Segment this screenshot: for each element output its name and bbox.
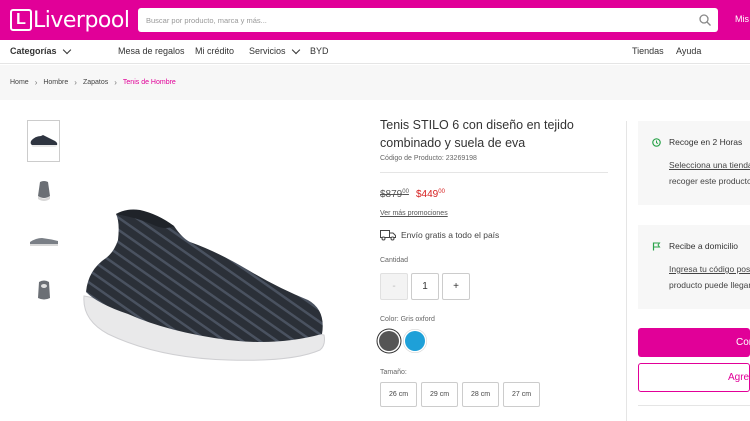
product-main-image[interactable] (78, 200, 328, 370)
top-header: L Liverpool Mis (0, 0, 750, 40)
shoe-pair-thumb-image (29, 238, 58, 246)
nav-item-mi-credito[interactable]: Mi crédito (195, 46, 234, 56)
liverpool-logo[interactable]: L Liverpool (10, 7, 130, 33)
shoe-back-thumb-image (37, 181, 50, 201)
size-label: Tamaño: (380, 369, 407, 376)
shoe-side-thumb-image (30, 135, 57, 147)
search-bar (138, 8, 718, 32)
color-label: Color: Gris oxford (380, 316, 435, 323)
home-delivery-title: Recibe a domicilio (669, 241, 738, 251)
chevron-right-icon: › (74, 78, 77, 87)
size-option-29[interactable]: 29 cm (421, 382, 458, 407)
postal-code-link[interactable]: Ingresa tu código pos (669, 264, 750, 274)
chevron-down-icon (62, 45, 71, 54)
clock-icon (652, 137, 661, 147)
thumbnail-4[interactable] (27, 270, 60, 312)
pickup-title: Recoge en 2 Horas (669, 137, 743, 147)
size-option-26[interactable]: 26 cm (380, 382, 417, 407)
home-delivery-text: producto puede llegar (669, 280, 750, 290)
home-delivery-header: Recibe a domicilio (652, 241, 738, 251)
thumbnail-1[interactable] (27, 120, 60, 162)
thumbnail-2[interactable] (27, 170, 60, 212)
truck-icon (380, 230, 396, 241)
divider (638, 405, 750, 406)
nav-item-servicios[interactable]: Servicios (249, 45, 300, 56)
color-swatch-gris-oxford[interactable] (379, 331, 399, 351)
breadcrumb-current[interactable]: Tenis de Hombre (123, 79, 176, 86)
main-nav: Categorías Mesa de regalos Mi crédito Se… (0, 40, 750, 64)
logo-text: Liverpool (33, 7, 130, 33)
breadcrumb-hombre[interactable]: Hombre (43, 79, 68, 86)
more-promotions-link[interactable]: Ver más promociones (380, 210, 448, 217)
chevron-down-icon (291, 45, 300, 54)
divider (380, 172, 608, 173)
breadcrumb-zapatos[interactable]: Zapatos (83, 79, 108, 86)
breadcrumb-bar: Home › Hombre › Zapatos › Tenis de Hombr… (0, 65, 750, 100)
flag-icon (652, 242, 661, 250)
pickup-text: recoger este producto (669, 176, 750, 186)
size-option-28[interactable]: 28 cm (462, 382, 499, 407)
nav-item-ayuda[interactable]: Ayuda (676, 46, 701, 56)
color-swatch-blue[interactable] (405, 331, 425, 351)
search-input[interactable] (138, 8, 678, 32)
product-code: Código de Producto: 23269198 (380, 155, 477, 162)
servicios-label: Servicios (249, 46, 286, 56)
categories-menu[interactable]: Categorías (10, 45, 71, 56)
buy-now-button[interactable]: Comprar (638, 328, 750, 357)
quantity-label: Cantidad (380, 257, 409, 264)
categories-label: Categorías (10, 46, 57, 56)
nav-item-mesa-de-regalos[interactable]: Mesa de regalos (118, 46, 185, 56)
breadcrumb-home[interactable]: Home (10, 79, 29, 86)
add-to-bag-button[interactable]: Agregar a mi bolsa (638, 363, 750, 392)
nav-item-tiendas[interactable]: Tiendas (632, 46, 664, 56)
quantity-increase-button[interactable]: + (442, 273, 470, 300)
quantity-value[interactable]: 1 (411, 273, 439, 300)
breadcrumb: Home › Hombre › Zapatos › Tenis de Hombr… (10, 78, 176, 87)
free-shipping-info: Envío gratis a todo el país (380, 229, 499, 241)
pickup-card: Recoge en 2 Horas Selecciona una tienda … (638, 121, 750, 205)
nav-item-byd[interactable]: BYD (310, 46, 329, 56)
panel-divider (626, 121, 627, 421)
chevron-right-icon: › (34, 78, 38, 87)
chevron-right-icon: › (114, 78, 117, 87)
logo-mark: L (10, 9, 32, 31)
quantity-decrease-button[interactable]: - (380, 273, 408, 300)
size-option-27[interactable]: 27 cm (503, 382, 540, 407)
sale-price: $44900 (416, 189, 445, 200)
shoe-top-thumb-image (37, 280, 50, 300)
product-title: Tenis STILO 6 con diseño en tejido combi… (380, 118, 574, 150)
pickup-header: Recoge en 2 Horas (652, 137, 742, 147)
shipping-text: Envío gratis a todo el país (401, 230, 500, 240)
home-delivery-card: Recibe a domicilio Ingresa tu código pos… (638, 225, 750, 309)
original-price: $87900 (380, 189, 409, 200)
search-icon[interactable] (698, 13, 712, 27)
select-store-link[interactable]: Selecciona una tienda (669, 160, 750, 170)
thumbnail-3[interactable] (27, 220, 60, 262)
account-link[interactable]: Mis (735, 14, 749, 24)
